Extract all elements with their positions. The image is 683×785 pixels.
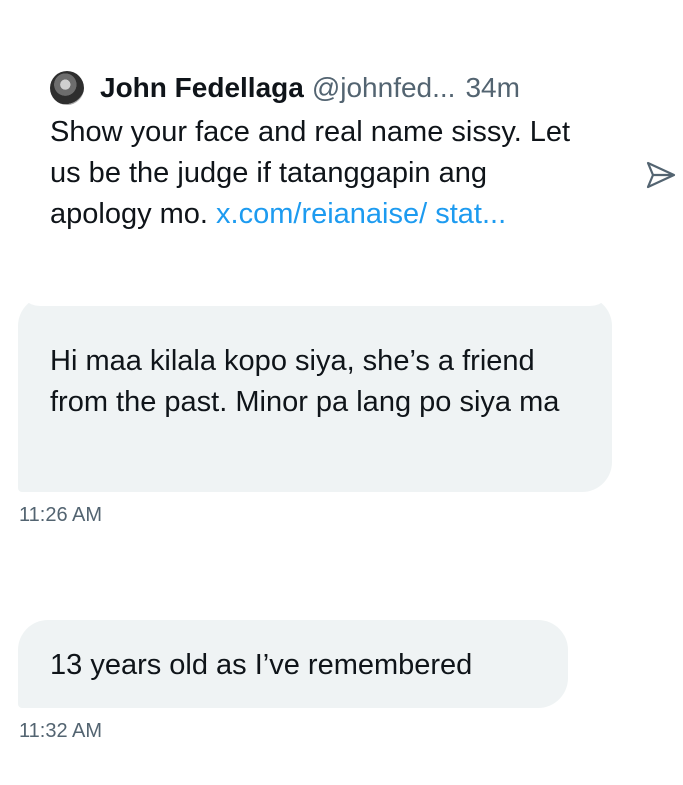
quoted-tweet-header: John Fedellaga @johnfed... 34m (50, 70, 580, 106)
message-timestamp-1: 11:26 AM (19, 504, 103, 526)
message-timestamp-2: 11:32 AM (19, 720, 103, 742)
dm-conversation: John Fedellaga @johnfed... 34m Show your… (0, 0, 683, 785)
avatar[interactable] (50, 71, 84, 105)
tweet-time-ago: 34m (465, 72, 520, 103)
message-text-2: 13 years old as I’ve remembered (50, 649, 473, 681)
share-icon[interactable] (640, 155, 680, 195)
message-text-1: Hi maa kilala kopo siya, she’s a friend … (50, 345, 560, 418)
quoted-tweet-text: Show your face and real name sissy. Let … (50, 112, 580, 235)
author-name[interactable]: John Fedellaga (100, 72, 304, 104)
quoted-tweet-card[interactable]: John Fedellaga @johnfed... 34m Show your… (18, 42, 612, 306)
quoted-tweet-link[interactable]: x.com/reianaise/ stat... (216, 198, 506, 230)
author-handle[interactable]: @johnfed... (312, 72, 456, 104)
